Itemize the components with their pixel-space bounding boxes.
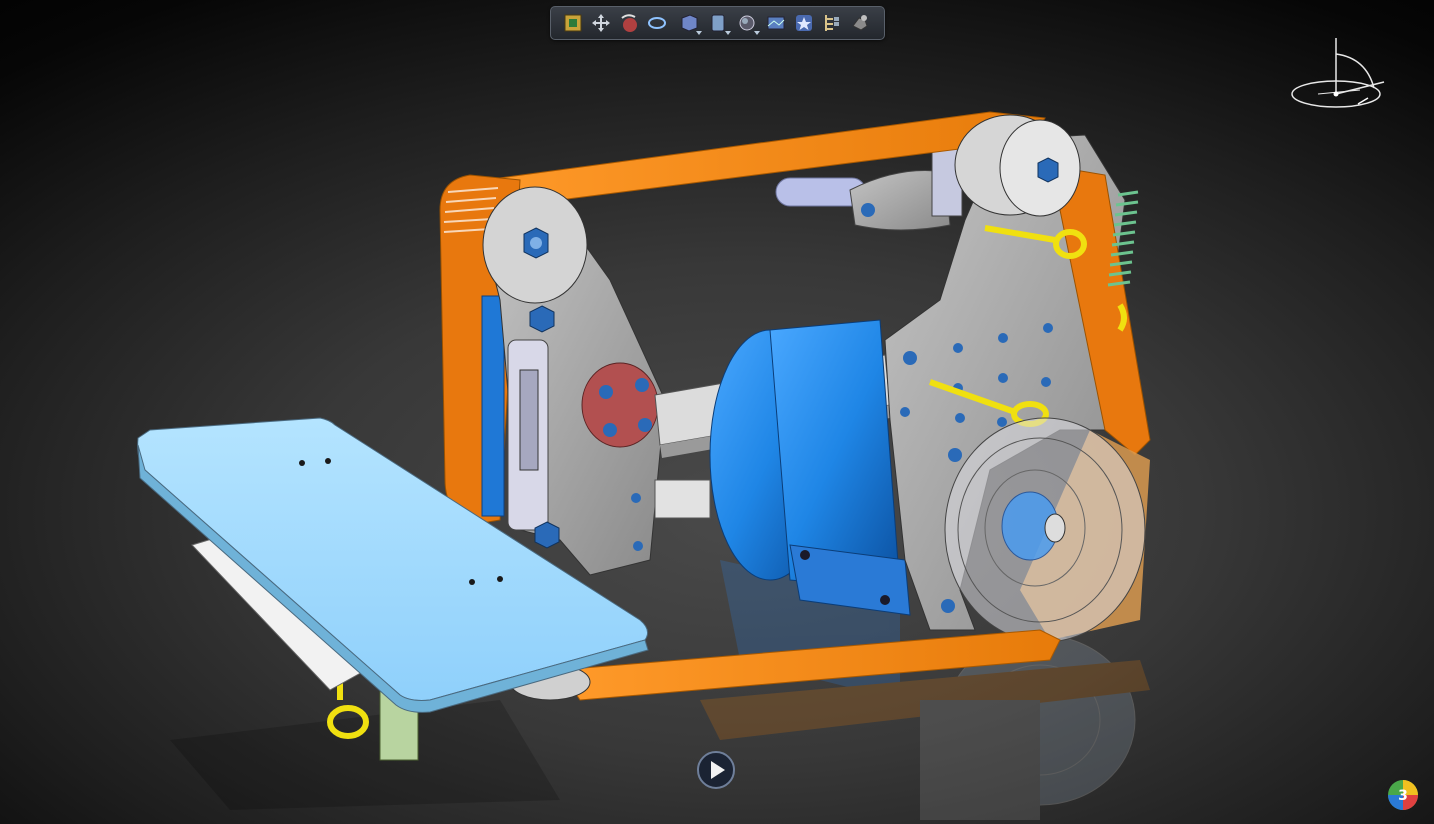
3d-viewport[interactable]: 3 xyxy=(0,0,1434,824)
fit-all-icon[interactable] xyxy=(560,10,586,36)
pan-icon[interactable] xyxy=(588,10,614,36)
tracking-hub xyxy=(581,362,659,448)
svg-text:3: 3 xyxy=(1398,788,1408,804)
3dexperience-logo[interactable]: 3 xyxy=(1386,778,1420,812)
lighting-icon[interactable] xyxy=(763,10,789,36)
drive-pulley xyxy=(944,417,1150,643)
tree-icon[interactable] xyxy=(819,10,845,36)
play-icon[interactable] xyxy=(696,750,736,790)
view-box-icon[interactable] xyxy=(676,10,702,36)
view-mode-icon[interactable] xyxy=(705,10,731,36)
favorites-icon[interactable] xyxy=(791,10,817,36)
render-style-icon[interactable] xyxy=(734,10,760,36)
belt-grinder-model[interactable] xyxy=(0,0,1434,824)
zoom-icon[interactable] xyxy=(644,10,670,36)
rotate-icon[interactable] xyxy=(616,10,642,36)
properties-icon[interactable] xyxy=(847,10,873,36)
view-toolbar xyxy=(550,6,885,40)
compass-icon[interactable] xyxy=(1288,32,1392,116)
